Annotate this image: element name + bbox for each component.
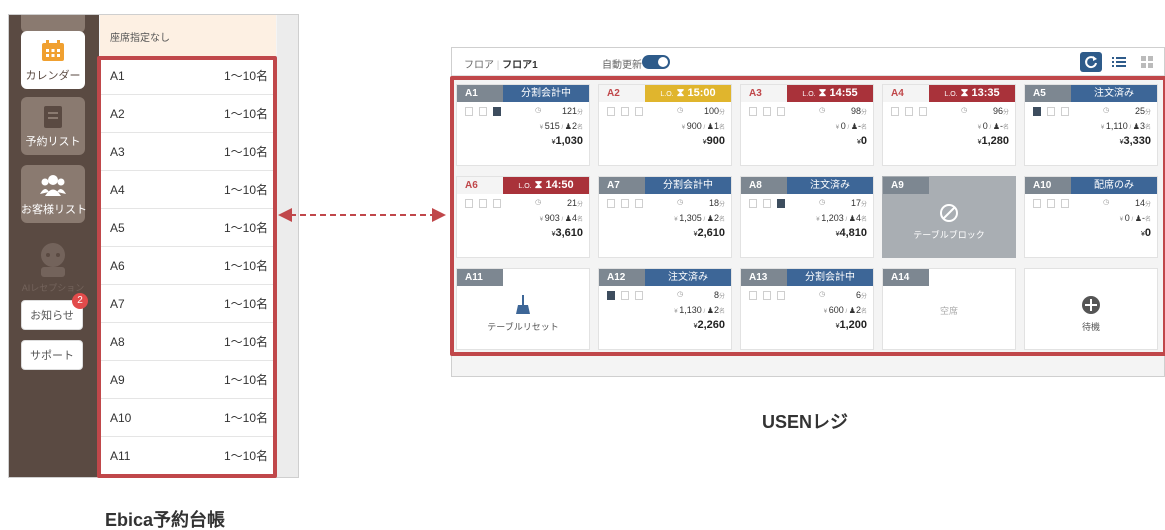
double-arrow-icon	[278, 208, 446, 222]
sidebar-item-label: お客様リスト	[21, 204, 87, 216]
refresh-button[interactable]	[1080, 52, 1102, 72]
auto-update-toggle[interactable]	[642, 55, 670, 69]
notification-badge: 2	[72, 293, 88, 309]
book-icon	[44, 106, 62, 128]
refresh-icon	[1085, 56, 1097, 69]
support-button[interactable]: サポート	[21, 340, 83, 370]
sidebar-item-calendar[interactable]: カレンダー	[21, 31, 85, 89]
people-icon	[40, 175, 66, 196]
usen-caption: USENレジ	[762, 412, 849, 432]
sidebar-item-label: AIレセプション	[21, 283, 85, 293]
ebica-highlight-frame	[97, 56, 277, 478]
sidebar-item-label: カレンダー	[25, 70, 81, 82]
ebica-caption: Ebica予約台帳	[105, 510, 226, 530]
notice-label: お知らせ	[30, 310, 74, 322]
floor-label: フロア	[464, 60, 494, 71]
ebica-sidebar: カレンダー 予約リスト お客様リスト AIレセプション お知らせ 2 サポート	[9, 15, 99, 477]
grid-icon	[1141, 56, 1153, 68]
grid-view-button[interactable]	[1136, 52, 1158, 72]
sidebar-item-customers[interactable]: お客様リスト	[21, 165, 87, 223]
no-seat-row[interactable]: 座席指定なし	[100, 15, 276, 57]
robot-icon	[41, 243, 65, 277]
list-view-button[interactable]	[1108, 52, 1130, 72]
floor-name[interactable]: フロア1	[502, 60, 538, 71]
list-icon	[1112, 57, 1126, 67]
sidebar-item-reservations[interactable]: 予約リスト	[21, 97, 85, 155]
sidebar-item-label: 予約リスト	[25, 136, 81, 148]
sidebar-item-ai-reception[interactable]: AIレセプション	[21, 237, 85, 297]
support-label: サポート	[30, 350, 74, 362]
no-seat-label: 座席指定なし	[110, 33, 170, 44]
usen-toolbar: フロア | フロア1 自動更新	[452, 48, 1164, 76]
scrollbar[interactable]	[277, 15, 298, 477]
usen-highlight-frame	[450, 76, 1165, 356]
notice-button[interactable]: お知らせ 2	[21, 293, 88, 330]
auto-update-label: 自動更新	[602, 60, 642, 71]
calendar-icon	[42, 40, 64, 61]
floor-breadcrumb: フロア | フロア1	[464, 60, 538, 71]
